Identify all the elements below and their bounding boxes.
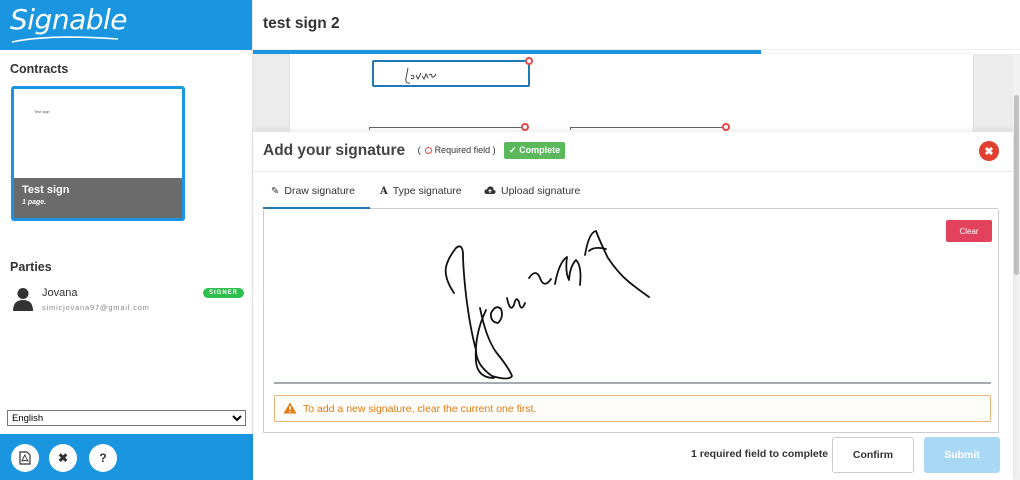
- pencil-icon: ✎: [271, 186, 280, 197]
- contract-card[interactable]: Test sign Test sign 1 page.: [11, 86, 185, 221]
- signature-field[interactable]: [372, 57, 533, 87]
- field-placeholder[interactable]: [570, 123, 730, 131]
- signature-modal: Add your signature ( Required field ) ✓ C…: [253, 132, 1013, 480]
- confirm-button[interactable]: Confirm: [832, 437, 914, 473]
- close-icon: ✖: [57, 451, 69, 465]
- document-title: test sign 2: [263, 15, 340, 32]
- modal-divider: [253, 171, 1013, 172]
- required-fields-status: 1 required field to complete: [691, 448, 829, 460]
- warning-icon: [283, 402, 297, 414]
- decline-button[interactable]: ✖: [49, 444, 77, 472]
- language-select[interactable]: English: [7, 410, 246, 426]
- signature-baseline: [274, 382, 991, 384]
- required-legend: ( Required field ): [418, 145, 496, 155]
- required-dot-icon: [424, 147, 432, 154]
- legend-text: Required field ): [434, 145, 496, 155]
- signer-badge: SIGNER: [202, 288, 244, 298]
- parties-title: Parties: [10, 260, 52, 274]
- contracts-title: Contracts: [10, 62, 69, 76]
- contract-thumbnail: Test sign: [14, 89, 182, 181]
- complete-label: Complete: [519, 145, 561, 155]
- close-icon: ✖: [984, 145, 994, 158]
- party-item: Jovana simicjovana97@gmail.com SIGNER: [10, 285, 244, 315]
- thumbnail-text: Test sign: [34, 109, 50, 114]
- required-marker: [525, 57, 533, 65]
- pdf-button[interactable]: [11, 444, 39, 472]
- document-header: test sign 2: [253, 0, 1020, 50]
- signature-tabs: ✎ Draw signature A Type signature Upload s…: [263, 176, 998, 209]
- party-name: Jovana: [42, 287, 78, 299]
- brand-logo[interactable]: Signable: [10, 4, 242, 36]
- type-icon: A: [380, 186, 388, 197]
- party-email: simicjovana97@gmail.com: [42, 303, 150, 312]
- sidebar-bottom-bar: ✖ ?: [0, 434, 253, 480]
- modal-header: Add your signature ( Required field ) ✓ C…: [263, 142, 566, 160]
- tab-label: Draw signature: [284, 185, 356, 197]
- tab-upload-signature[interactable]: Upload signature: [476, 176, 588, 209]
- contract-name: Test sign: [22, 184, 70, 196]
- pdf-icon: [19, 451, 31, 465]
- scrollbar-thumb[interactable]: [1014, 95, 1019, 275]
- warning-text: To add a new signature, clear the curren…: [303, 403, 537, 415]
- cloud-upload-icon: [484, 186, 496, 194]
- tab-type-signature[interactable]: A Type signature: [372, 176, 470, 209]
- tab-label: Upload signature: [501, 185, 581, 197]
- brand-header: Signable: [0, 0, 252, 50]
- tab-label: Type signature: [392, 185, 462, 197]
- signature-canvas[interactable]: Clear To add a new signature, clear the …: [263, 210, 999, 433]
- signature-preview: [405, 67, 437, 84]
- legend-open-paren: (: [417, 145, 421, 155]
- contract-caption: Test sign 1 page.: [14, 178, 182, 218]
- complete-badge: ✓ Complete: [504, 142, 566, 159]
- required-marker: [521, 123, 529, 131]
- sidebar: Signable Contracts Test sign Test sign 1…: [0, 0, 253, 480]
- warning-alert: To add a new signature, clear the curren…: [274, 395, 991, 422]
- check-icon: ✓: [509, 145, 517, 155]
- logo-swoosh-icon: [11, 36, 119, 43]
- help-button[interactable]: ?: [89, 444, 117, 472]
- contract-pages: 1 page.: [22, 199, 47, 206]
- field-placeholder[interactable]: [369, 123, 529, 131]
- user-icon: [13, 288, 33, 311]
- close-modal-button[interactable]: ✖: [979, 141, 999, 161]
- required-marker: [722, 123, 730, 131]
- submit-button[interactable]: Submit: [924, 437, 1000, 473]
- modal-title: Add your signature: [263, 142, 406, 159]
- help-icon: ?: [99, 451, 107, 465]
- tab-draw-signature[interactable]: ✎ Draw signature: [263, 176, 370, 209]
